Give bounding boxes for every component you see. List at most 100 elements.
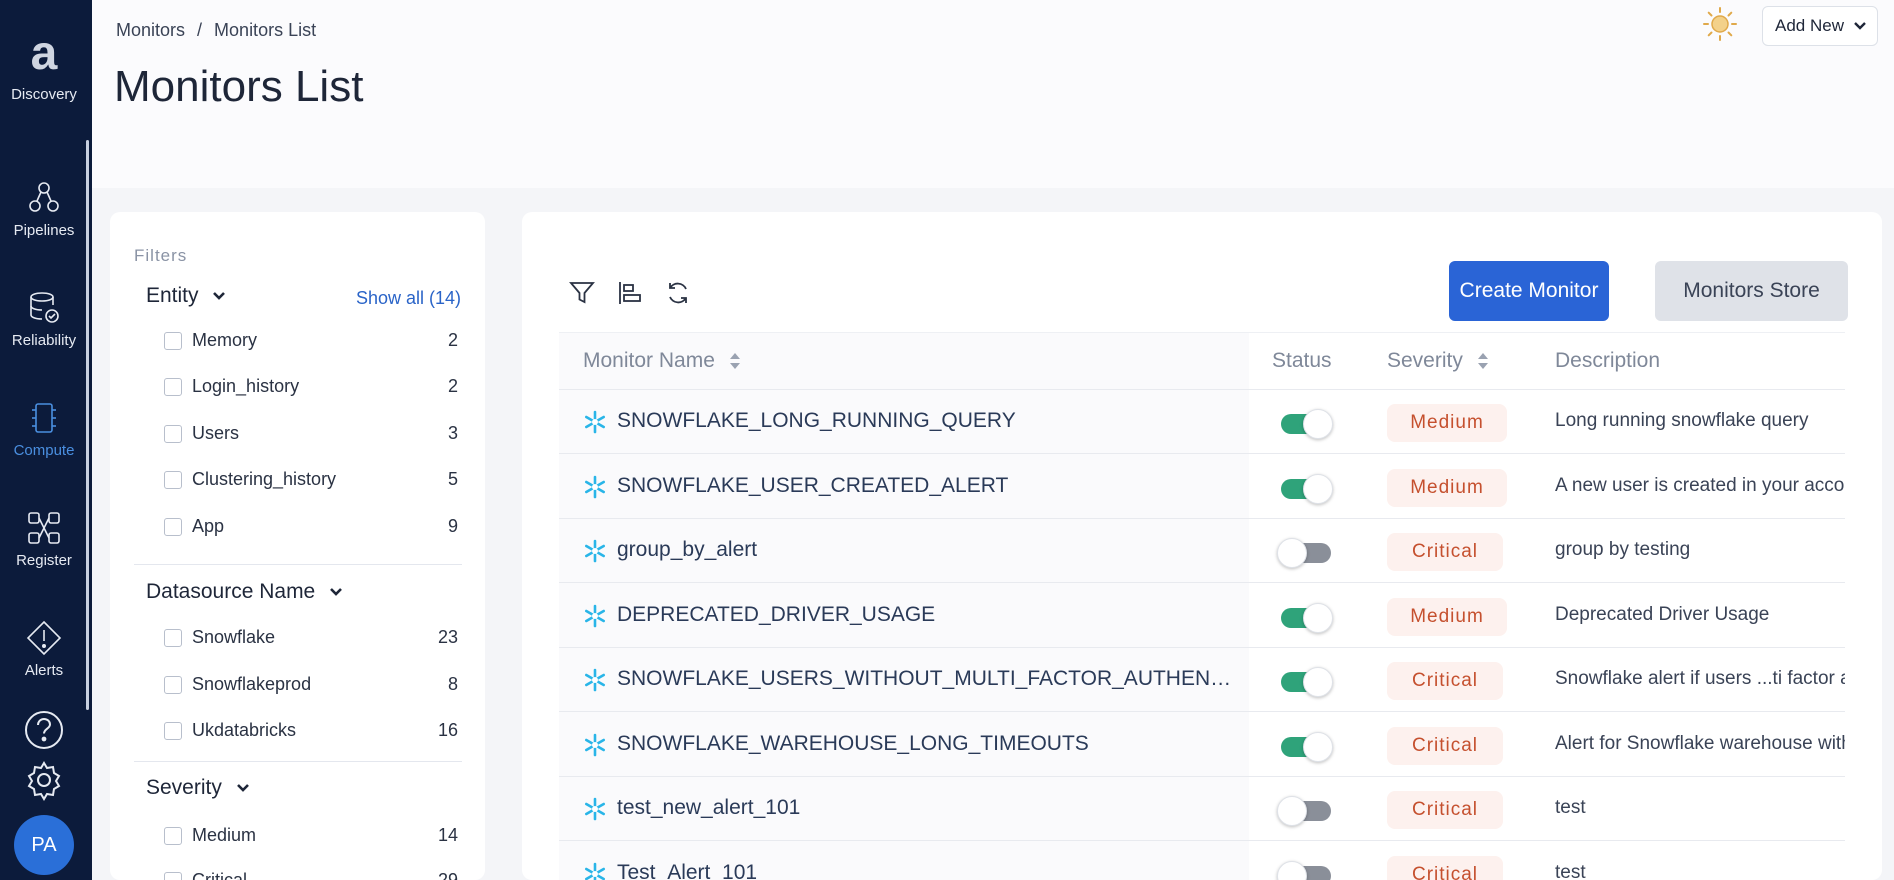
severity-badge: Critical (1387, 855, 1503, 880)
checkbox[interactable] (164, 425, 182, 443)
monitor-name-link[interactable]: test_new_alert_101 (617, 796, 1237, 820)
sidebar-item-compute[interactable]: Compute (0, 400, 88, 459)
toggle-knob (1303, 731, 1333, 762)
filters-panel: Filters Entity Show all (14) Memory 2 Log… (110, 212, 485, 880)
table-row[interactable]: SNOWFLAKE_WAREHOUSE_LONG_TIMEOUTS Critica… (559, 713, 1845, 777)
checkbox[interactable] (164, 629, 182, 647)
show-all-link[interactable]: Show all (14) (341, 288, 461, 309)
toggle-knob (1303, 473, 1333, 504)
filter-option[interactable]: Users 3 (164, 423, 458, 447)
filter-option-label: Memory (192, 330, 258, 350)
refresh-icon[interactable] (665, 280, 691, 306)
table-row[interactable]: DEPRECATED_DRIVER_USAGE Medium Deprecated … (559, 584, 1845, 648)
align-icon[interactable] (617, 280, 643, 306)
filter-option[interactable]: Medium 14 (164, 825, 458, 849)
status-toggle[interactable] (1277, 860, 1331, 880)
filter-group-entity[interactable]: Entity (146, 284, 226, 308)
checkbox[interactable] (164, 378, 182, 396)
monitors-store-button[interactable]: Monitors Store (1655, 261, 1848, 321)
monitor-name-link[interactable]: SNOWFLAKE_WAREHOUSE_LONG_TIMEOUTS (617, 732, 1237, 756)
description-cell: test (1555, 797, 1586, 818)
help-icon[interactable] (22, 708, 66, 752)
reliability-icon (30, 292, 59, 323)
avatar[interactable]: PA (14, 815, 74, 875)
status-toggle[interactable] (1277, 473, 1333, 504)
sidebar-item-discovery[interactable]: Discovery (0, 86, 88, 103)
monitor-name-link[interactable]: Test_Alert_101 (617, 861, 1237, 880)
sidebar-item-label: Compute (13, 442, 75, 459)
divider (134, 564, 462, 565)
description-cell: Snowflake alert if users ...ti factor a (1555, 668, 1845, 689)
sidebar-item-alerts[interactable]: Alerts (0, 620, 88, 679)
breadcrumb-item-monitors[interactable]: Monitors (116, 20, 185, 40)
table-header: Monitor Name Status Severity Description (559, 332, 1845, 390)
filter-option[interactable]: Memory 2 (164, 330, 458, 354)
severity-badge: Critical (1387, 533, 1503, 571)
table-row[interactable]: Test_Alert_101 Critical test (559, 842, 1845, 880)
column-header-severity[interactable]: Severity (1387, 349, 1489, 373)
checkbox[interactable] (164, 471, 182, 489)
snowflake-icon (583, 733, 607, 757)
status-toggle[interactable] (1277, 602, 1333, 633)
snowflake-icon (583, 539, 607, 563)
filter-group-severity[interactable]: Severity (146, 776, 250, 800)
sidebar-item-register[interactable]: Register (0, 510, 88, 569)
breadcrumb-separator: / (197, 20, 203, 40)
filter-option[interactable]: Ukdatabricks 16 (164, 720, 458, 744)
monitor-name-link[interactable]: SNOWFLAKE_USERS_WITHOUT_MULTI_FACTOR_AUT… (617, 667, 1237, 691)
filter-option-label: Snowflake (192, 627, 276, 647)
table-row[interactable]: group_by_alert Critical group by testing (559, 519, 1845, 583)
sort-icon (1477, 353, 1488, 370)
add-new-button[interactable]: Add New (1762, 6, 1878, 46)
create-monitor-button[interactable]: Create Monitor (1449, 261, 1609, 321)
monitor-name-link[interactable]: SNOWFLAKE_LONG_RUNNING_QUERY (617, 409, 1237, 433)
checkbox[interactable] (164, 722, 182, 740)
table-row[interactable]: SNOWFLAKE_USERS_WITHOUT_MULTI_FACTOR_AUT… (559, 648, 1845, 712)
checkbox[interactable] (164, 872, 182, 880)
filter-option[interactable]: App 9 (164, 516, 458, 540)
filter-option-label: Medium (192, 825, 257, 845)
filter-option-count: 5 (447, 469, 458, 489)
sun-icon[interactable] (1702, 6, 1738, 42)
status-toggle[interactable] (1277, 667, 1333, 697)
snowflake-icon (583, 668, 607, 692)
checkbox[interactable] (164, 518, 182, 536)
column-header-name[interactable]: Monitor Name (583, 349, 741, 373)
filter-option[interactable]: Critical 29 (164, 870, 458, 880)
monitor-name-link[interactable]: DEPRECATED_DRIVER_USAGE (617, 603, 1237, 627)
severity-badge: Medium (1387, 597, 1507, 636)
monitor-name-link[interactable]: SNOWFLAKE_USER_CREATED_ALERT (617, 474, 1237, 498)
register-icon (28, 512, 60, 544)
severity-badge: Critical (1387, 726, 1503, 765)
checkbox[interactable] (164, 827, 182, 845)
filter-group-datasource[interactable]: Datasource Name (146, 580, 343, 604)
status-toggle[interactable] (1277, 731, 1333, 762)
sidebar-item-label: Register (16, 552, 72, 569)
filter-icon[interactable] (569, 280, 595, 306)
filter-option[interactable]: Snowflake 23 (164, 627, 458, 651)
table-row[interactable]: SNOWFLAKE_LONG_RUNNING_QUERY Medium Long r… (559, 390, 1845, 454)
sidebar-item-pipelines[interactable]: Pipelines (0, 180, 88, 239)
description-cell: Deprecated Driver Usage (1555, 603, 1770, 625)
table-row[interactable]: test_new_alert_101 Critical test (559, 777, 1845, 841)
description-cell: A new user is created in your accou (1555, 474, 1845, 496)
monitor-name-link[interactable]: group_by_alert (617, 538, 1237, 562)
app-logo[interactable]: a (24, 30, 64, 78)
checkbox[interactable] (164, 676, 182, 694)
status-toggle[interactable] (1277, 538, 1331, 568)
status-toggle[interactable] (1277, 796, 1331, 826)
filter-option[interactable]: Login_history 2 (164, 376, 458, 400)
filter-option[interactable]: Clustering_history 5 (164, 469, 458, 493)
filter-option-label: Clustering_history (192, 469, 337, 489)
filter-group-label: Entity (146, 284, 199, 307)
status-toggle[interactable] (1277, 409, 1333, 439)
chevron-down-icon (330, 588, 343, 597)
filter-option[interactable]: Snowflakeprod 8 (164, 674, 458, 698)
checkbox[interactable] (164, 332, 182, 350)
filter-option-count: 2 (447, 330, 458, 350)
sidebar-item-label: Reliability (11, 332, 77, 349)
gear-icon[interactable] (22, 758, 66, 802)
table-row[interactable]: SNOWFLAKE_USER_CREATED_ALERT Medium A new … (559, 455, 1845, 519)
sidebar-item-reliability[interactable]: Reliability (0, 290, 88, 349)
toggle-knob (1277, 538, 1307, 568)
